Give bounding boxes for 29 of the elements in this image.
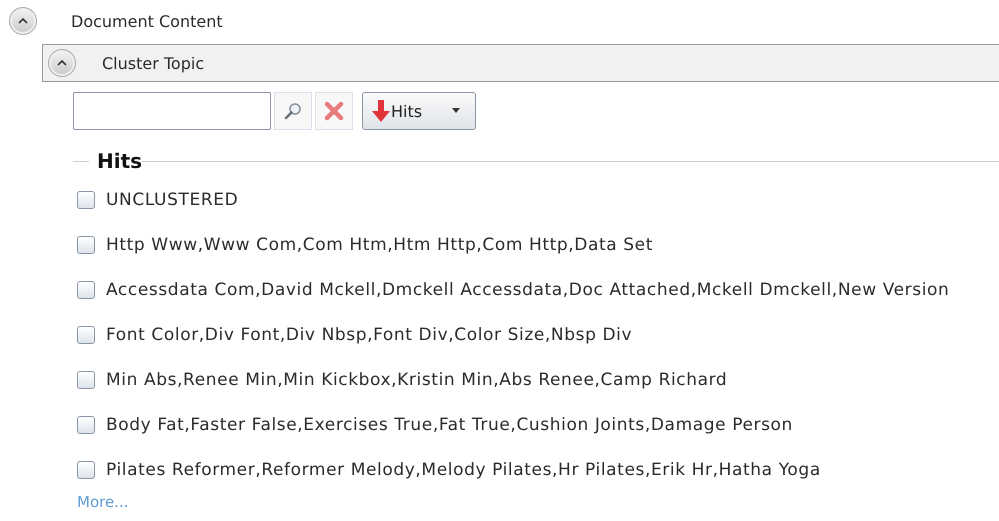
- sort-button[interactable]: Hits: [362, 92, 476, 130]
- cluster-label: Min Abs,Renee Min,Min Kickbox,Kristin Min,Abs Renee,Camp Richard: [106, 370, 728, 390]
- cluster-label: Font Color,Div Font,Div Nbsp,Font Div,Color Size,Nbsp Div: [106, 324, 632, 344]
- collapse-button[interactable]: [9, 7, 37, 35]
- checkbox[interactable]: [77, 236, 95, 254]
- arrow-down-icon: [371, 99, 391, 123]
- close-icon: [324, 101, 344, 121]
- cluster-label: Body Fat,Faster False,Exercises True,Fat True,Cushion Joints,Damage Person: [106, 414, 793, 434]
- checkbox[interactable]: [77, 280, 95, 298]
- search-icon: [282, 100, 304, 122]
- collapse-button[interactable]: [48, 49, 76, 77]
- chevron-icon: [57, 60, 67, 66]
- panel-title: Cluster Topic: [102, 54, 204, 72]
- checkbox[interactable]: [77, 416, 95, 434]
- cluster-label: Pilates Reformer,Reformer Melody,Melody Pilates,Hr Pilates,Erik Hr,Hatha Yoga: [106, 460, 821, 480]
- checkbox[interactable]: [77, 370, 95, 388]
- cluster-label: Http Www,Www Com,Com Htm,Htm Http,Com Http,Data Set: [106, 234, 654, 254]
- cluster-label: Accessdata Com,David Mckell,Dmckell Accessdata,Doc Attached,Mckell Dmckell,New Version: [106, 280, 950, 300]
- clear-button[interactable]: [315, 92, 353, 130]
- checkbox[interactable]: [77, 190, 95, 208]
- checkbox[interactable]: [77, 326, 95, 344]
- search-field[interactable]: [73, 92, 271, 130]
- chevron-icon: [18, 18, 28, 24]
- section-title: Document Content: [71, 12, 223, 30]
- checkbox[interactable]: [77, 460, 95, 478]
- caret-icon: [451, 108, 461, 114]
- cluster-label: UNCLUSTERED: [106, 190, 238, 210]
- search-button[interactable]: [274, 92, 312, 130]
- list-heading: Hits: [97, 149, 142, 173]
